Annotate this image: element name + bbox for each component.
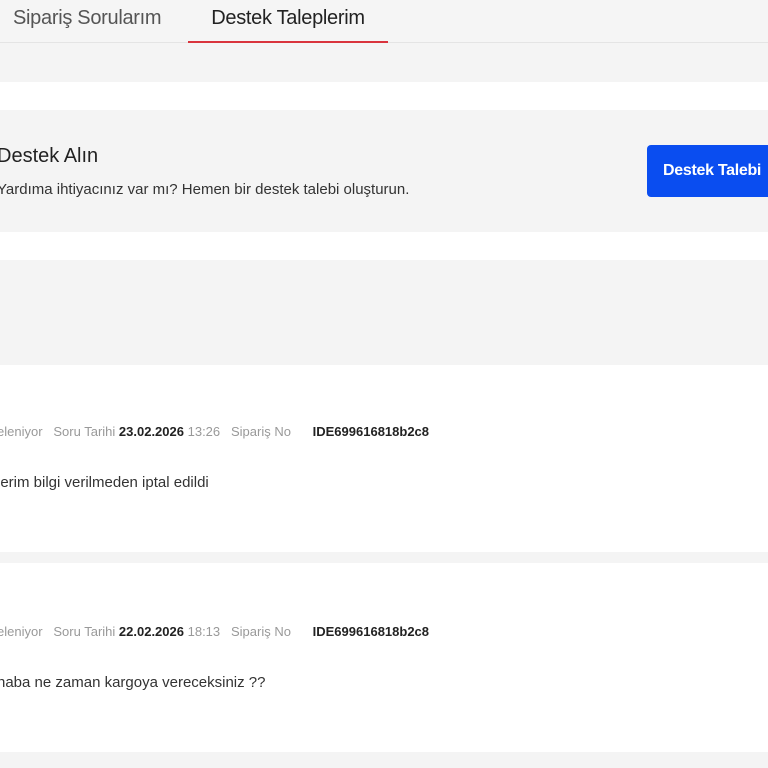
ticket-card[interactable]: eleniyor Soru Tarihi 23.02.2026 13:26 Si… — [0, 365, 768, 552]
ticket-meta: eleniyor Soru Tarihi 23.02.2026 13:26 Si… — [0, 424, 429, 439]
support-title: Destek Alın — [0, 145, 99, 167]
order-number: IDE699616818b2c8 — [312, 624, 430, 639]
ticket-meta: eleniyor Soru Tarihi 22.02.2026 18:13 Si… — [0, 624, 429, 639]
ticket-message: lerim bilgi verilmeden iptal edildi — [0, 474, 209, 491]
order-number: IDE699616818b2c8 — [312, 424, 430, 439]
support-subtitle: Yardıma ihtiyacınız var mı? Hemen bir de… — [0, 181, 410, 198]
spacer — [0, 232, 768, 260]
tab-destek-taleplerim[interactable]: Destek Taleplerim — [188, 5, 388, 43]
date-label: Soru Tarihi — [53, 424, 116, 439]
tab-bar: Sipariş Sorularım Destek Taleplerim — [0, 0, 768, 43]
tab-siparis-sorularim[interactable]: Sipariş Sorularım — [13, 5, 162, 43]
order-label: Sipariş No — [231, 424, 291, 439]
ticket-time: 13:26 — [187, 424, 221, 439]
date-label: Soru Tarihi — [53, 624, 116, 639]
ticket-date: 22.02.2026 — [118, 624, 184, 639]
ticket-card[interactable]: eleniyor Soru Tarihi 22.02.2026 18:13 Si… — [0, 563, 768, 752]
ticket-status: eleniyor — [0, 424, 43, 439]
ticket-time: 18:13 — [187, 624, 221, 639]
ticket-status: eleniyor — [0, 624, 43, 639]
order-label: Sipariş No — [231, 624, 291, 639]
spacer — [0, 82, 768, 110]
ticket-message: haba ne zaman kargoya vereceksiniz ?? — [0, 674, 266, 691]
create-support-ticket-button[interactable]: Destek Talebi — [647, 145, 768, 197]
ticket-date: 23.02.2026 — [118, 424, 184, 439]
